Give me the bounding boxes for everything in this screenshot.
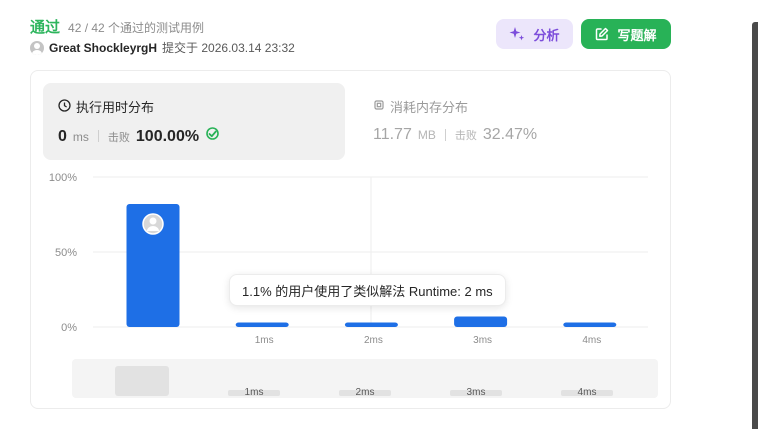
x-tick-label: 4ms — [582, 335, 601, 346]
chart-bar[interactable] — [344, 322, 398, 328]
y-tick-label: 50% — [55, 247, 77, 259]
x-tick-label: 1ms — [255, 335, 274, 346]
chart-bar[interactable] — [454, 316, 508, 328]
x-tick-label: 3ms — [473, 335, 492, 346]
brush-label: 3ms — [467, 387, 486, 398]
runtime-distribution-chart[interactable]: 0% 50% 100% 1ms 2ms 3ms 4ms 1ms 2ms 3ms 4ms — [0, 0, 758, 429]
brush-bar — [115, 366, 169, 396]
x-tick-label: 2ms — [364, 335, 383, 346]
brush-label: 2ms — [356, 387, 375, 398]
chart-tooltip: 1.1% 的用户使用了类似解法 Runtime: 2 ms — [229, 274, 506, 306]
y-tick-label: 100% — [49, 172, 77, 184]
chart-bar[interactable] — [563, 322, 617, 328]
chart-bar[interactable] — [235, 322, 289, 328]
brush-label: 4ms — [578, 387, 597, 398]
y-tick-label: 0% — [61, 322, 77, 334]
brush-label: 1ms — [245, 387, 264, 398]
page-scrollbar[interactable] — [752, 22, 758, 429]
avatar-head — [149, 217, 157, 225]
